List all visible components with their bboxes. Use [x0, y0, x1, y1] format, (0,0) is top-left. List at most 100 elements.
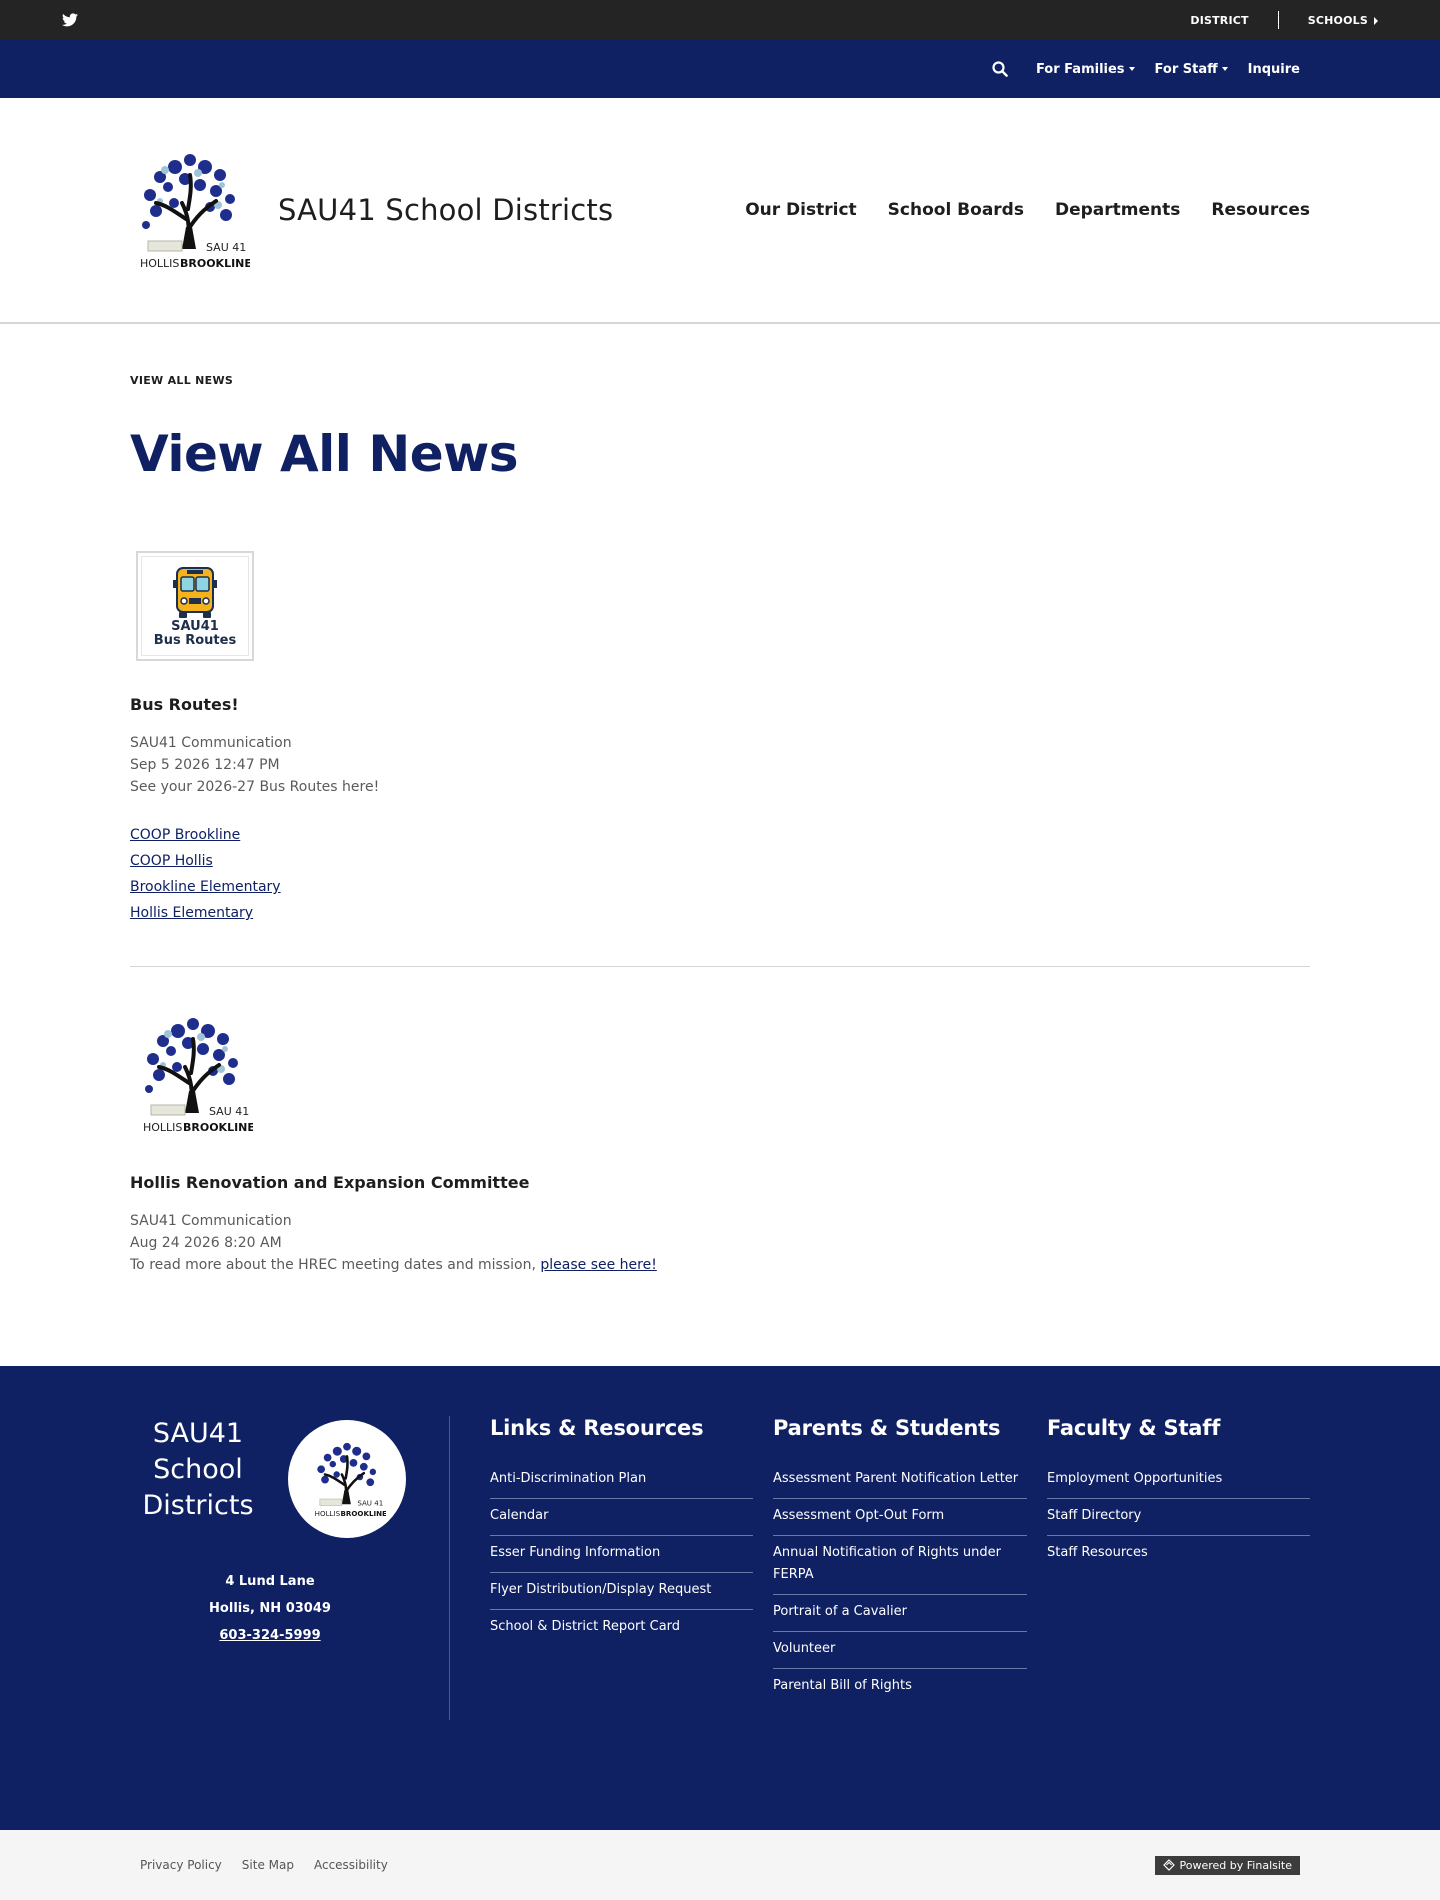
footer-link[interactable]: Parental Bill of Rights	[773, 1669, 1027, 1705]
footer-heading: Parents & Students	[773, 1416, 1001, 1440]
footer-address: 4 Lund Lane Hollis, NH 03049 603-324-599…	[130, 1568, 410, 1649]
nav-for-families-label: For Families	[1035, 61, 1125, 77]
footer-link[interactable]: School & District Report Card	[490, 1610, 753, 1646]
site-title[interactable]: SAU41 School Districts	[278, 193, 613, 227]
address-line-2: Hollis, NH 03049	[209, 1601, 331, 1616]
powered-by-label: Powered by Finalsite	[1179, 1858, 1292, 1872]
schools-label: SCHOOLS	[1307, 13, 1368, 27]
footer-link[interactable]: Assessment Parent Notification Letter	[773, 1462, 1027, 1499]
footer-name-line-1: SAU41	[152, 1418, 244, 1449]
logo-hollis-text: HOLLIS	[143, 1121, 182, 1134]
accessibility-link[interactable]: Accessibility	[314, 1858, 388, 1872]
news-links: COOP Brookline COOP Hollis Brookline Ele…	[130, 822, 1310, 926]
hrec-thumbnail[interactable]: SAU 41 HOLLIS BROOKLINE	[130, 1009, 255, 1139]
caret-right-icon	[1374, 16, 1378, 25]
footer-links-resources: Links & Resources Anti-Discrimination Pl…	[490, 1416, 753, 1646]
footer-name-line-3: Districts	[142, 1490, 254, 1521]
bus-routes-thumbnail[interactable]: SAU41 Bus Routes	[136, 551, 254, 661]
footer-link[interactable]: Portrait of a Cavalier	[773, 1595, 1027, 1632]
news-summary-text: To read more about the HREC meeting date…	[130, 1257, 541, 1273]
nav-for-staff-label: For Staff	[1154, 61, 1218, 77]
logo-sau41-text: SAU 41	[357, 1498, 383, 1507]
footer-link[interactable]: Employment Opportunities	[1047, 1462, 1310, 1499]
footer-divider	[449, 1416, 450, 1720]
nav-for-staff[interactable]: For Staff	[1155, 62, 1228, 77]
caret-down-icon	[1221, 67, 1228, 71]
news-title[interactable]: Hollis Renovation and Expansion Committe…	[130, 1173, 1310, 1192]
schools-link[interactable]: SCHOOLS	[1308, 14, 1378, 27]
link-coop-brookline[interactable]: COOP Brookline	[130, 822, 1310, 848]
address-line-1: 4 Lund Lane	[225, 1574, 315, 1589]
nav-our-district[interactable]: Our District	[745, 200, 856, 220]
site-logo[interactable]: SAU 41 HOLLIS BROOKLINE	[130, 145, 250, 275]
logo-sau41-text: SAU 41	[209, 1105, 249, 1118]
footer-link[interactable]: Calendar	[490, 1499, 753, 1536]
footer-link[interactable]: Anti-Discrimination Plan	[490, 1462, 753, 1499]
nav-departments[interactable]: Departments	[1055, 200, 1180, 220]
footer-parents-students: Parents & Students Assessment Parent Not…	[773, 1416, 1027, 1705]
news-item: SAU41 Bus Routes Bus Routes! SAU41 Commu…	[130, 551, 1310, 926]
footer-link[interactable]: Flyer Distribution/Display Request	[490, 1573, 753, 1610]
logo-hollis-text: HOLLIS	[140, 257, 179, 270]
nav-inquire[interactable]: Inquire	[1248, 62, 1300, 77]
thumbnail-line-1: SAU41	[171, 619, 219, 634]
main-content: VIEW ALL NEWS View All News SAU41 Bus Ro…	[0, 324, 1440, 1276]
twitter-icon[interactable]	[62, 13, 78, 27]
nav-resources[interactable]: Resources	[1211, 200, 1310, 220]
caret-down-icon	[1128, 67, 1135, 71]
privacy-policy-link[interactable]: Privacy Policy	[140, 1858, 222, 1872]
nav-school-boards[interactable]: School Boards	[888, 200, 1024, 220]
news-date: Aug 24 2026 8:20 AM	[130, 1235, 282, 1251]
logo-brookline-text: BROOKLINE	[183, 1121, 253, 1134]
news-item: SAU 41 HOLLIS BROOKLINE Hollis Renovatio…	[130, 1009, 1310, 1276]
news-author: SAU41 Communication	[130, 1213, 292, 1229]
utility-bar: DISTRICT SCHOOLS	[0, 0, 1440, 40]
site-footer: SAU41 School Districts SAU 41 HOLLIS BRO…	[0, 1366, 1440, 1830]
link-coop-hollis[interactable]: COOP Hollis	[130, 848, 1310, 874]
news-divider	[130, 966, 1310, 967]
district-link[interactable]: DISTRICT	[1190, 14, 1248, 27]
powered-by-finalsite-badge[interactable]: Powered by Finalsite	[1154, 1855, 1300, 1875]
news-date: Sep 5 2026 12:47 PM	[130, 757, 280, 773]
footer-link[interactable]: Esser Funding Information	[490, 1536, 753, 1573]
footer-link[interactable]: Staff Directory	[1047, 1499, 1310, 1536]
footer-link[interactable]: Staff Resources	[1047, 1536, 1310, 1572]
logo-brookline-text: BROOKLINE	[180, 257, 250, 270]
please-see-here-link[interactable]: please see here!	[540, 1257, 656, 1273]
logo-hollis-text: HOLLIS	[315, 1509, 341, 1518]
footer-phone-link[interactable]: 603-324-5999	[219, 1628, 320, 1643]
logo-sau41-text: SAU 41	[206, 241, 246, 254]
news-summary: To read more about the HREC meeting date…	[130, 1254, 1310, 1276]
breadcrumb[interactable]: VIEW ALL NEWS	[130, 374, 1310, 387]
footer-heading: Faculty & Staff	[1047, 1416, 1221, 1440]
tree-logo-icon: SAU 41 HOLLIS BROOKLINE	[143, 1018, 253, 1134]
search-icon[interactable]	[992, 61, 1008, 77]
site-map-link[interactable]: Site Map	[242, 1858, 294, 1872]
footer-faculty-staff: Faculty & Staff Employment Opportunities…	[1047, 1416, 1310, 1572]
footer-name-line-2: School	[153, 1454, 243, 1485]
secondary-nav: For Families For Staff Inquire	[0, 40, 1440, 98]
thumbnail-line-2: Bus Routes	[153, 633, 237, 648]
school-bus-icon	[173, 567, 217, 618]
finalsite-icon	[1162, 1859, 1175, 1871]
utility-links: DISTRICT SCHOOLS	[1190, 11, 1378, 29]
news-title[interactable]: Bus Routes!	[130, 695, 1310, 714]
footer-logo[interactable]: SAU 41 HOLLIS BROOKLINE	[288, 1420, 406, 1538]
footer-link[interactable]: Annual Notification of Rights under FERP…	[773, 1536, 1027, 1595]
utility-divider	[1277, 11, 1279, 29]
footer-heading: Links & Resources	[490, 1416, 704, 1440]
news-author: SAU41 Communication	[130, 735, 292, 751]
footer-link[interactable]: Volunteer	[773, 1632, 1027, 1669]
link-hollis-elementary[interactable]: Hollis Elementary	[130, 900, 1310, 926]
nav-for-families[interactable]: For Families	[1036, 62, 1135, 77]
main-nav: Our District School Boards Departments R…	[714, 200, 1310, 220]
tree-logo-icon: SAU 41 HOLLIS BROOKLINE	[140, 154, 250, 270]
logo-brookline-text: BROOKLINE	[341, 1509, 386, 1518]
site-header: SAU 41 HOLLIS BROOKLINE SAU41 School Dis…	[0, 98, 1440, 324]
link-brookline-elementary[interactable]: Brookline Elementary	[130, 874, 1310, 900]
news-summary: See your 2026-27 Bus Routes here!	[130, 779, 380, 795]
page-title: View All News	[130, 425, 519, 483]
footer-link[interactable]: Assessment Opt-Out Form	[773, 1499, 1027, 1536]
bottom-bar: Privacy Policy Site Map Accessibility Po…	[0, 1830, 1440, 1900]
tree-logo-icon: SAU 41 HOLLIS BROOKLINE	[315, 1442, 386, 1518]
